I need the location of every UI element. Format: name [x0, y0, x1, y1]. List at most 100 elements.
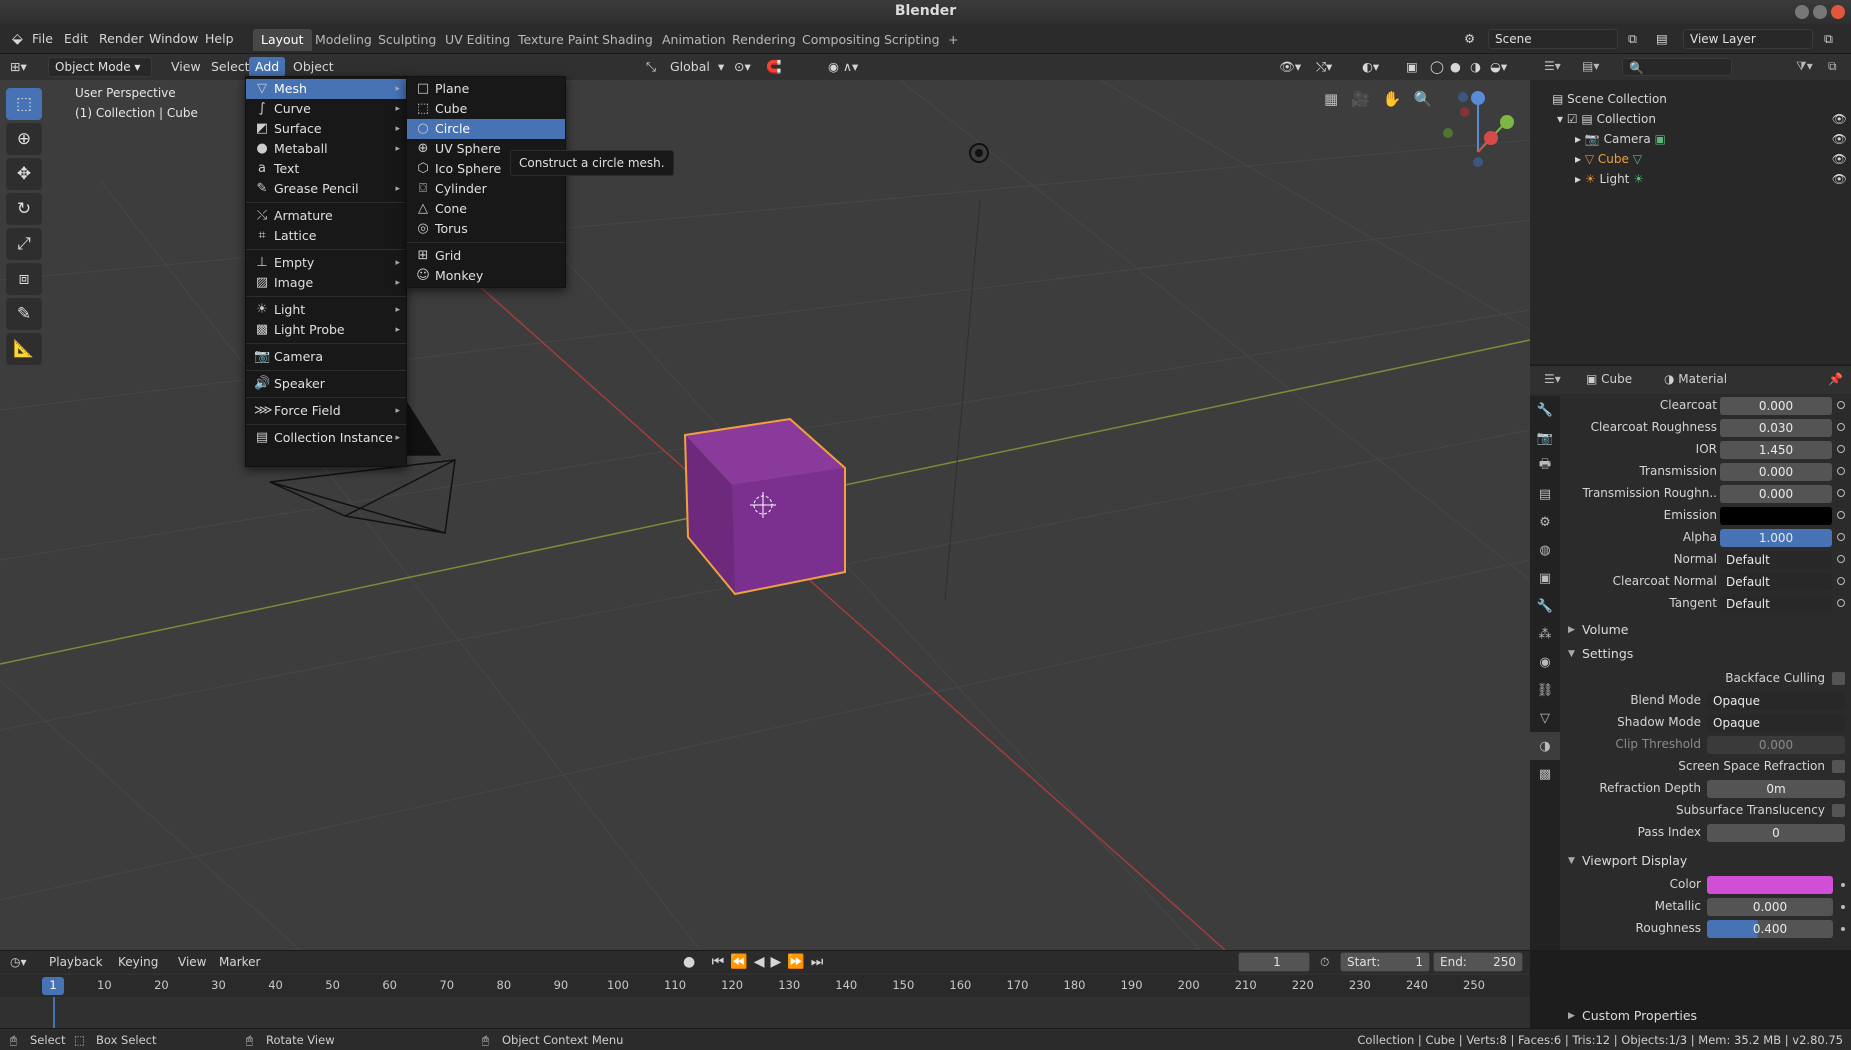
- tab-animation[interactable]: Animation: [654, 29, 734, 51]
- close-icon[interactable]: [1831, 5, 1845, 19]
- prop-row[interactable]: Transmission 0.000: [1560, 461, 1851, 483]
- shading-rendered-icon[interactable]: ◒▾: [1484, 57, 1513, 77]
- pan-hand-icon[interactable]: ✋: [1382, 90, 1401, 108]
- tab-texture-paint[interactable]: Texture Paint: [510, 29, 607, 51]
- view-layer-icon[interactable]: ▤: [1650, 29, 1674, 49]
- maximize-icon[interactable]: [1813, 5, 1827, 19]
- prop-row[interactable]: Clip Threshold 0.000: [1560, 734, 1851, 756]
- add-menu-item-image[interactable]: ▨ Image ▸: [246, 273, 406, 293]
- new-collection-icon[interactable]: ⧉: [1828, 59, 1837, 74]
- tab-modeling[interactable]: Modeling: [307, 29, 380, 51]
- prop-value[interactable]: 0.000: [1720, 463, 1832, 481]
- prop-row[interactable]: Metallic 0.000: [1560, 896, 1851, 918]
- mesh-item-cube[interactable]: ⬚ Cube: [407, 99, 565, 119]
- particles-tab-icon[interactable]: ⁂: [1530, 620, 1560, 648]
- add-workspace-icon[interactable]: +: [940, 29, 966, 51]
- menu-playback[interactable]: Playback: [49, 953, 103, 971]
- current-frame-field[interactable]: 1: [1238, 952, 1310, 972]
- world-tab-icon[interactable]: ◍: [1530, 536, 1560, 564]
- mesh-item-cone[interactable]: △ Cone: [407, 199, 565, 219]
- view-layer-copy-icon[interactable]: ⧉: [1818, 29, 1839, 49]
- snap-icon[interactable]: 🧲: [760, 57, 788, 77]
- menu-keying[interactable]: Keying: [118, 953, 158, 971]
- keyframe-dot-icon[interactable]: [1837, 445, 1845, 453]
- select-box-tool-icon[interactable]: ⬚: [6, 88, 42, 120]
- tab-shading[interactable]: Shading: [594, 29, 661, 51]
- menu-render[interactable]: Render: [93, 29, 150, 49]
- next-keyframe-icon[interactable]: ⏩: [787, 954, 810, 970]
- data-tab-icon[interactable]: ▽: [1530, 704, 1560, 732]
- timeline-editor-icon[interactable]: ◷▾: [10, 953, 27, 971]
- orientation-select[interactable]: Global: [664, 57, 716, 77]
- prop-row[interactable]: Alpha 1.000: [1560, 527, 1851, 549]
- outliner-row-cube[interactable]: ▸ ▽ Cube ▽ 👁: [1575, 149, 1847, 169]
- outliner-row-light[interactable]: ▸ ☀ Light ☀ 👁: [1575, 169, 1847, 189]
- outliner-search-input[interactable]: 🔍: [1622, 58, 1732, 76]
- prop-value[interactable]: 0.000: [1720, 397, 1832, 415]
- keyframe-dot-icon[interactable]: [1837, 423, 1845, 431]
- mesh-item-torus[interactable]: ◎ Torus: [407, 219, 565, 239]
- menu-select[interactable]: Select: [205, 57, 256, 77]
- outliner-row-camera[interactable]: ▸ 📷 Camera ▣ 👁: [1575, 129, 1847, 149]
- prop-row[interactable]: Clearcoat 0.000: [1560, 395, 1851, 417]
- prop-value[interactable]: 0.000: [1707, 898, 1833, 916]
- keyframe-dot-icon[interactable]: [1837, 533, 1845, 541]
- grid-view-icon[interactable]: ▦: [1324, 90, 1338, 108]
- mesh-item-monkey[interactable]: ☺ Monkey: [407, 266, 565, 286]
- tab-scripting[interactable]: Scripting: [876, 29, 948, 51]
- keyframe-dot-icon[interactable]: [1841, 883, 1845, 887]
- tab-rendering[interactable]: Rendering: [724, 29, 804, 51]
- emission-color[interactable]: [1720, 507, 1832, 525]
- eye-icon[interactable]: 👁: [1832, 169, 1847, 189]
- mesh-item-circle[interactable]: ○ Circle: [407, 119, 565, 139]
- tab-sculpting[interactable]: Sculpting: [370, 29, 444, 51]
- outliner-editor-icon[interactable]: ☰▾: [1544, 59, 1561, 73]
- tab-layout[interactable]: Layout: [253, 29, 312, 51]
- prop-value[interactable]: 0.030: [1720, 419, 1832, 437]
- prop-row[interactable]: Transmission Roughn.. 0.000: [1560, 483, 1851, 505]
- prop-row[interactable]: Pass Index 0: [1560, 822, 1851, 844]
- keyframe-dot-icon[interactable]: [1837, 467, 1845, 475]
- sss-checkbox[interactable]: [1832, 804, 1845, 817]
- add-menu-item-force-field[interactable]: ⋙ Force Field ▸: [246, 401, 406, 421]
- shadow-mode-select[interactable]: Opaque: [1707, 714, 1845, 732]
- texture-tab-icon[interactable]: ▩: [1530, 760, 1560, 788]
- mesh-item-plane[interactable]: □ Plane: [407, 79, 565, 99]
- mesh-item-grid[interactable]: ⊞ Grid: [407, 246, 565, 266]
- add-menu-item-speaker[interactable]: 🔊 Speaker: [246, 374, 406, 394]
- prop-row[interactable]: Clearcoat Normal Default: [1560, 571, 1851, 593]
- prop-row[interactable]: Subsurface Translucency: [1560, 800, 1851, 822]
- prop-row[interactable]: Normal Default: [1560, 549, 1851, 571]
- transform-tool-icon[interactable]: ⧈: [6, 263, 42, 295]
- jump-start-icon[interactable]: ⏮: [712, 954, 731, 970]
- scene-field[interactable]: Scene: [1488, 29, 1618, 49]
- volume-panel-header[interactable]: ▶ Volume: [1560, 618, 1851, 642]
- visibility-icon[interactable]: 👁▾: [1273, 57, 1307, 77]
- prop-value[interactable]: 1.450: [1720, 441, 1832, 459]
- measure-tool-icon[interactable]: 📐: [6, 333, 42, 365]
- menu-marker[interactable]: Marker: [219, 953, 260, 971]
- start-frame-field[interactable]: Start: 1: [1340, 952, 1430, 972]
- keyframe-dot-icon[interactable]: [1837, 555, 1845, 563]
- proportional-edit-icon[interactable]: ◉ ∧▾: [822, 57, 864, 77]
- add-menu-item-surface[interactable]: ◩ Surface ▸: [246, 119, 406, 139]
- prop-row[interactable]: Clearcoat Roughness 0.030: [1560, 417, 1851, 439]
- scene-icon[interactable]: ⚙: [1458, 29, 1481, 49]
- scene-tab-icon[interactable]: ⚙: [1530, 508, 1560, 536]
- prop-value[interactable]: 0.000: [1707, 736, 1845, 754]
- keyframe-dot-icon[interactable]: [1837, 511, 1845, 519]
- custom-properties-panel-header[interactable]: ▶ Custom Properties: [1560, 1004, 1851, 1028]
- add-menu-item-mesh[interactable]: ▽ Mesh ▸: [246, 79, 406, 99]
- prop-row[interactable]: Roughness 0.400: [1560, 918, 1851, 940]
- view-layer-tab-icon[interactable]: ▤: [1530, 480, 1560, 508]
- viewport-nav-buttons[interactable]: ▦ 🎥 ✋ 🔍: [1324, 90, 1433, 108]
- eye-icon[interactable]: 👁: [1832, 129, 1847, 149]
- add-menu-item-empty[interactable]: ⊥ Empty ▸: [246, 253, 406, 273]
- object-tab-icon[interactable]: ▣: [1530, 564, 1560, 592]
- settings-panel-header[interactable]: ▼ Settings: [1560, 642, 1851, 666]
- add-menu-item-grease-pencil[interactable]: ✎ Grease Pencil ▸: [246, 179, 406, 199]
- add-menu-item-lattice[interactable]: ⌗ Lattice: [246, 226, 406, 246]
- prop-row[interactable]: Refraction Depth 0m: [1560, 778, 1851, 800]
- tab-uv-editing[interactable]: UV Editing: [437, 29, 518, 51]
- record-icon[interactable]: ●: [683, 954, 701, 970]
